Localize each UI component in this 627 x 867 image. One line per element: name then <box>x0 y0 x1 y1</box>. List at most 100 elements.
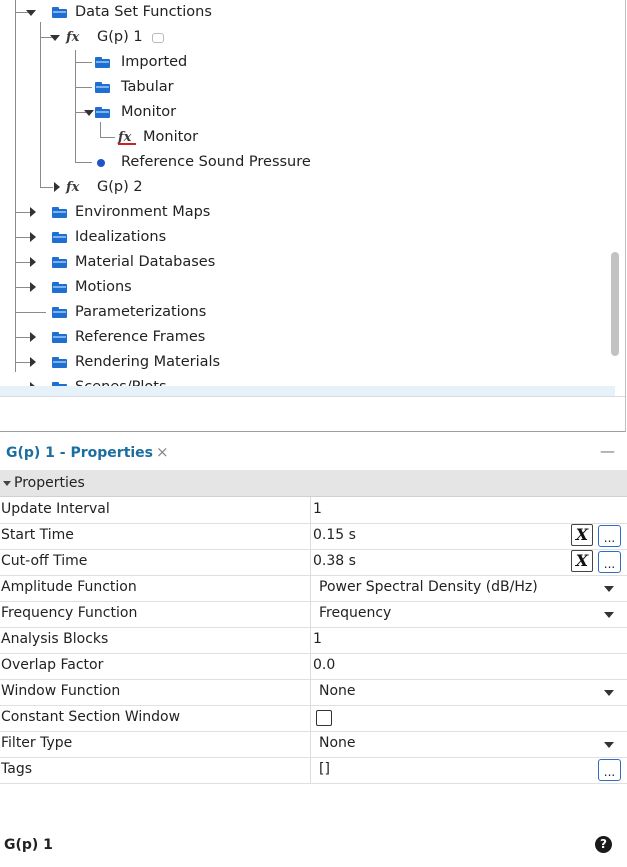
tree-item-scenes-plots[interactable]: Scenes/Plots <box>0 375 600 386</box>
constant-section-window-checkbox[interactable] <box>316 710 332 726</box>
property-row-frequency-function[interactable]: Frequency Function Frequency <box>0 601 627 628</box>
tree-item-rendering-materials[interactable]: Rendering Materials <box>0 350 600 375</box>
tree-connector <box>76 162 92 163</box>
property-row-cutoff-time[interactable]: Cut-off Time 0.38 s X ... <box>0 549 627 576</box>
minimize-icon[interactable]: — <box>600 442 615 460</box>
help-icon[interactable]: ? <box>595 836 612 853</box>
properties-tab-title[interactable]: G(p) 1 - Properties <box>6 445 153 461</box>
chevron-right-icon[interactable] <box>30 207 36 217</box>
chevron-right-icon[interactable] <box>30 282 36 292</box>
chevron-right-icon[interactable] <box>30 232 36 242</box>
tree-filter-area[interactable] <box>0 396 625 431</box>
property-dropdown-value[interactable]: None <box>319 735 356 751</box>
tree-connector <box>41 187 53 188</box>
chevron-down-icon[interactable] <box>84 110 94 116</box>
dropdown-arrow-icon[interactable] <box>604 612 614 618</box>
tree-connector <box>16 287 30 288</box>
property-row-tags[interactable]: Tags [] ... <box>0 757 627 784</box>
tree-connector <box>16 337 30 338</box>
column-separator <box>310 653 311 679</box>
property-value[interactable]: [] <box>319 761 330 777</box>
property-row-update-interval[interactable]: Update Interval 1 <box>0 497 627 524</box>
tree-item-label: Parameterizations <box>75 304 207 320</box>
tree-item-monitor-function[interactable]: fx Monitor <box>0 125 600 150</box>
property-value[interactable]: 1 <box>313 631 322 647</box>
tree-item-idealizations[interactable]: Idealizations <box>0 225 600 250</box>
dropdown-arrow-icon[interactable] <box>604 742 614 748</box>
function-icon: fx <box>118 125 136 150</box>
property-name: Cut-off Time <box>1 553 88 569</box>
object-tree-panel: Data Set Functions fx G(p) 1 Imported Ta… <box>0 0 626 432</box>
property-dropdown-value[interactable]: None <box>319 683 356 699</box>
tree-item-label: Reference Frames <box>75 329 206 345</box>
chevron-down-icon[interactable] <box>26 10 36 16</box>
object-tree: Data Set Functions fx G(p) 1 Imported Ta… <box>0 0 605 386</box>
status-bar: G(p) 1 ? <box>0 822 627 867</box>
expression-x-button[interactable]: X <box>571 550 593 572</box>
folder-icon <box>52 332 67 343</box>
tree-item-data-set-functions[interactable]: Data Set Functions <box>0 0 600 25</box>
tree-item-label: Scenes/Plots <box>75 375 167 386</box>
folder-icon <box>52 357 67 368</box>
tree-item-label: Idealizations <box>75 229 167 245</box>
property-name: Overlap Factor <box>1 657 104 673</box>
tree-item-label: G(p) 1 <box>97 29 143 45</box>
property-name: Window Function <box>1 683 121 699</box>
property-row-window-function[interactable]: Window Function None <box>0 679 627 706</box>
chevron-right-icon[interactable] <box>30 257 36 267</box>
dropdown-arrow-icon[interactable] <box>604 586 614 592</box>
tree-scrollbar-thumb[interactable] <box>611 252 619 356</box>
property-dropdown-value[interactable]: Power Spectral Density (dB/Hz) <box>319 579 538 595</box>
ellipsis-button[interactable]: ... <box>598 759 621 781</box>
chevron-down-icon[interactable] <box>50 35 60 41</box>
tree-item-label: Tabular <box>121 79 174 95</box>
property-value[interactable]: 0.15 s <box>313 527 356 543</box>
tree-item-imported[interactable]: Imported <box>0 50 600 75</box>
tree-item-material-databases[interactable]: Material Databases <box>0 250 600 275</box>
close-icon[interactable]: × <box>156 443 169 461</box>
tree-item-reference-sound-pressure[interactable]: Reference Sound Pressure <box>0 150 600 175</box>
tree-item-label: Data Set Functions <box>75 4 212 20</box>
chevron-down-icon[interactable] <box>3 481 11 486</box>
selected-object-title: G(p) 1 <box>4 837 53 853</box>
tree-horizontal-strip <box>0 386 615 396</box>
parameter-dot-icon <box>97 159 105 167</box>
chevron-right-icon[interactable] <box>54 182 60 192</box>
property-row-analysis-blocks[interactable]: Analysis Blocks 1 <box>0 627 627 654</box>
property-value[interactable]: 0.38 s <box>313 553 356 569</box>
property-value[interactable]: 0.0 <box>313 657 335 673</box>
tree-item-monitor-folder[interactable]: Monitor <box>0 100 600 125</box>
property-name: Update Interval <box>1 501 110 517</box>
tree-item-motions[interactable]: Motions <box>0 275 600 300</box>
property-value[interactable]: 1 <box>313 501 322 517</box>
property-row-amplitude-function[interactable]: Amplitude Function Power Spectral Densit… <box>0 575 627 602</box>
chevron-right-icon[interactable] <box>30 332 36 342</box>
tree-item-gp2[interactable]: fx G(p) 2 <box>0 175 600 200</box>
tree-item-label: Environment Maps <box>75 204 211 220</box>
folder-icon <box>95 107 110 118</box>
tree-item-gp1[interactable]: fx G(p) 1 <box>0 25 600 50</box>
ellipsis-button[interactable]: ... <box>598 551 621 573</box>
folder-icon <box>52 282 67 293</box>
expression-x-button[interactable]: X <box>571 524 593 546</box>
property-name: Constant Section Window <box>1 709 181 725</box>
tree-item-reference-frames[interactable]: Reference Frames <box>0 325 600 350</box>
chevron-right-icon[interactable] <box>30 357 36 367</box>
property-row-start-time[interactable]: Start Time 0.15 s X ... <box>0 523 627 550</box>
property-row-overlap-factor[interactable]: Overlap Factor 0.0 <box>0 653 627 680</box>
ellipsis-button[interactable]: ... <box>598 525 621 547</box>
tree-item-parameterizations[interactable]: Parameterizations <box>0 300 600 325</box>
column-separator <box>310 549 311 575</box>
dropdown-arrow-icon[interactable] <box>604 690 614 696</box>
properties-tab-bar: G(p) 1 - Properties × — <box>0 440 627 468</box>
property-row-constant-section-window[interactable]: Constant Section Window <box>0 705 627 732</box>
properties-section-header[interactable]: Properties <box>0 470 627 497</box>
folder-icon <box>95 57 110 68</box>
tree-item-label: G(p) 2 <box>97 179 143 195</box>
tree-item-tabular[interactable]: Tabular <box>0 75 600 100</box>
property-dropdown-value[interactable]: Frequency <box>319 605 391 621</box>
tree-item-environment-maps[interactable]: Environment Maps <box>0 200 600 225</box>
folder-icon <box>52 207 67 218</box>
property-row-filter-type[interactable]: Filter Type None <box>0 731 627 758</box>
tree-item-label: Imported <box>121 54 188 70</box>
